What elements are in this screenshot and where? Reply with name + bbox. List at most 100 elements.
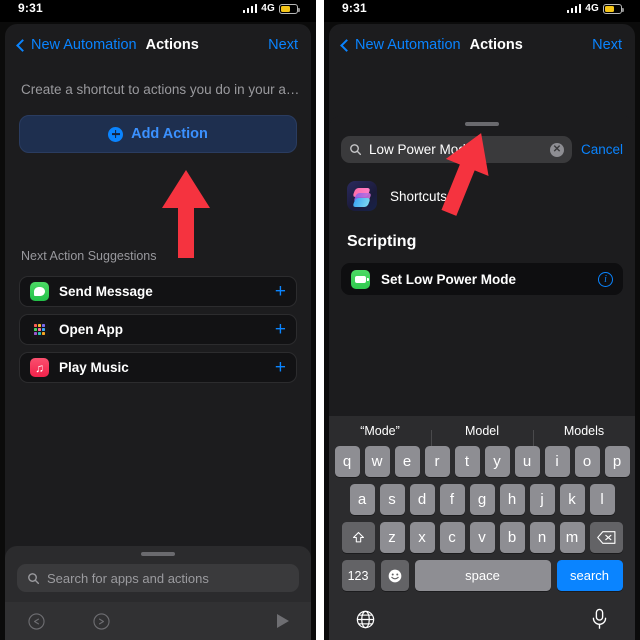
left-subtitle: Create a shortcut to actions you do in y… — [21, 82, 300, 97]
key-w[interactable]: w — [364, 446, 390, 477]
list-item-label: Open App — [59, 322, 123, 337]
backspace-icon[interactable] — [589, 522, 623, 553]
emoji-smiley-icon[interactable] — [380, 560, 409, 591]
page-title-right: Actions — [469, 37, 523, 53]
messages-app-icon — [30, 282, 49, 301]
back-button-right[interactable]: New Automation — [340, 37, 461, 53]
undo-icon[interactable] — [27, 612, 46, 631]
status-indicators: 4G — [242, 3, 300, 14]
key-v[interactable]: v — [469, 522, 495, 553]
key-j[interactable]: j — [529, 484, 555, 515]
search-icon — [28, 572, 40, 584]
key-z[interactable]: z — [379, 522, 405, 553]
app-result-shortcuts[interactable]: Shortcuts — [329, 163, 635, 211]
play-icon[interactable] — [277, 614, 289, 628]
key-b[interactable]: b — [499, 522, 525, 553]
suggestion-chip[interactable]: Models — [533, 424, 635, 446]
section-header-scripting: Scripting — [347, 233, 417, 250]
right-sheet: New Automation Actions Next Low Power Mo… — [329, 24, 635, 640]
battery-low-power-icon — [279, 3, 300, 14]
key-r[interactable]: r — [424, 446, 450, 477]
key-k[interactable]: k — [559, 484, 585, 515]
add-action-button[interactable]: Add Action — [19, 115, 297, 153]
key-t[interactable]: t — [454, 446, 480, 477]
redo-icon[interactable] — [92, 612, 111, 631]
editor-toolbar — [5, 602, 311, 640]
next-button-left[interactable]: Next — [268, 37, 298, 53]
cellular-bars-icon — [242, 4, 258, 13]
key-d[interactable]: d — [409, 484, 435, 515]
shortcuts-app-icon — [347, 181, 377, 211]
next-button-right[interactable]: Next — [592, 37, 622, 53]
keyboard-row-3: z x c v b n m — [329, 522, 635, 553]
key-a[interactable]: a — [349, 484, 375, 515]
keyboard-row-1: q w e r t y u i o p — [329, 446, 635, 477]
search-results-sheet: Low Power Mode ✕ Cancel Shortcuts Script… — [329, 116, 635, 640]
status-indicators: 4G — [566, 3, 624, 14]
key-m[interactable]: m — [559, 522, 585, 553]
suggestions-list: Send Message + Open App + ♫ Play Music + — [19, 276, 297, 390]
key-f[interactable]: f — [439, 484, 465, 515]
left-bottom-sheet: Search for apps and actions — [5, 546, 311, 640]
key-i[interactable]: i — [544, 446, 570, 477]
search-input[interactable]: Low Power Mode ✕ — [341, 136, 572, 163]
next-action-suggestions-header: Next Action Suggestions — [21, 249, 157, 263]
list-item[interactable]: Open App + — [19, 314, 297, 345]
table-row-label: Set Low Power Mode — [381, 271, 517, 287]
cellular-bars-icon — [566, 4, 582, 13]
keyboard-row-4: 123 space search — [329, 560, 635, 591]
status-clock: 9:31 — [18, 1, 43, 15]
on-screen-keyboard: “Mode” Model Models q w e r t y u i o p … — [329, 416, 635, 640]
back-button-label: New Automation — [31, 37, 137, 53]
shift-arrow-icon[interactable] — [341, 522, 375, 553]
key-e[interactable]: e — [394, 446, 420, 477]
search-input[interactable]: Search for apps and actions — [17, 564, 299, 592]
space-key[interactable]: space — [414, 560, 551, 591]
list-item[interactable]: Play Music + — [19, 352, 297, 383]
key-g[interactable]: g — [469, 484, 495, 515]
key-o[interactable]: o — [574, 446, 600, 477]
key-p[interactable]: p — [604, 446, 630, 477]
screenshot-stage: 9:31 4G New Automation Actions Next Crea… — [0, 0, 640, 640]
keyboard-suggestion-bar: “Mode” Model Models — [329, 416, 635, 446]
key-c[interactable]: c — [439, 522, 465, 553]
search-key[interactable]: search — [556, 560, 623, 591]
chevron-left-icon — [340, 38, 353, 52]
plus-icon[interactable]: + — [275, 320, 286, 339]
keyboard-row-2: a s d f g h j k l — [329, 484, 635, 515]
info-circle-icon[interactable]: i — [598, 271, 613, 287]
microphone-icon[interactable] — [590, 608, 609, 630]
keyboard-footer — [329, 598, 635, 640]
low-power-mode-icon — [351, 269, 370, 289]
key-h[interactable]: h — [499, 484, 525, 515]
network-type-label: 4G — [261, 3, 275, 14]
key-y[interactable]: y — [484, 446, 510, 477]
sheet-grabber[interactable] — [141, 552, 175, 556]
suggestion-chip[interactable]: “Mode” — [329, 424, 431, 438]
status-clock: 9:31 — [342, 1, 367, 15]
cancel-button[interactable]: Cancel — [581, 142, 623, 157]
key-q[interactable]: q — [334, 446, 360, 477]
list-item[interactable]: Send Message + — [19, 276, 297, 307]
key-s[interactable]: s — [379, 484, 405, 515]
back-button-left[interactable]: New Automation — [16, 37, 137, 53]
right-nav-bar: New Automation Actions Next — [329, 24, 635, 66]
network-type-label: 4G — [585, 3, 599, 14]
right-phone-screen: 9:31 4G New Automation Actions Next Low … — [324, 0, 640, 640]
key-n[interactable]: n — [529, 522, 555, 553]
key-u[interactable]: u — [514, 446, 540, 477]
key-x[interactable]: x — [409, 522, 435, 553]
numbers-key[interactable]: 123 — [341, 560, 375, 591]
table-row[interactable]: Set Low Power Mode i — [341, 263, 623, 295]
app-result-label: Shortcuts — [390, 188, 448, 204]
plus-icon[interactable]: + — [275, 358, 286, 377]
back-button-label: New Automation — [355, 37, 461, 53]
plus-icon[interactable]: + — [275, 282, 286, 301]
add-action-label: Add Action — [131, 126, 208, 142]
key-l[interactable]: l — [589, 484, 615, 515]
left-phone-screen: 9:31 4G New Automation Actions Next Crea… — [0, 0, 316, 640]
suggestion-chip[interactable]: Model — [431, 424, 533, 446]
globe-icon[interactable] — [355, 609, 376, 630]
left-nav-bar: New Automation Actions Next — [5, 24, 311, 66]
clear-circle-icon[interactable]: ✕ — [549, 142, 564, 157]
